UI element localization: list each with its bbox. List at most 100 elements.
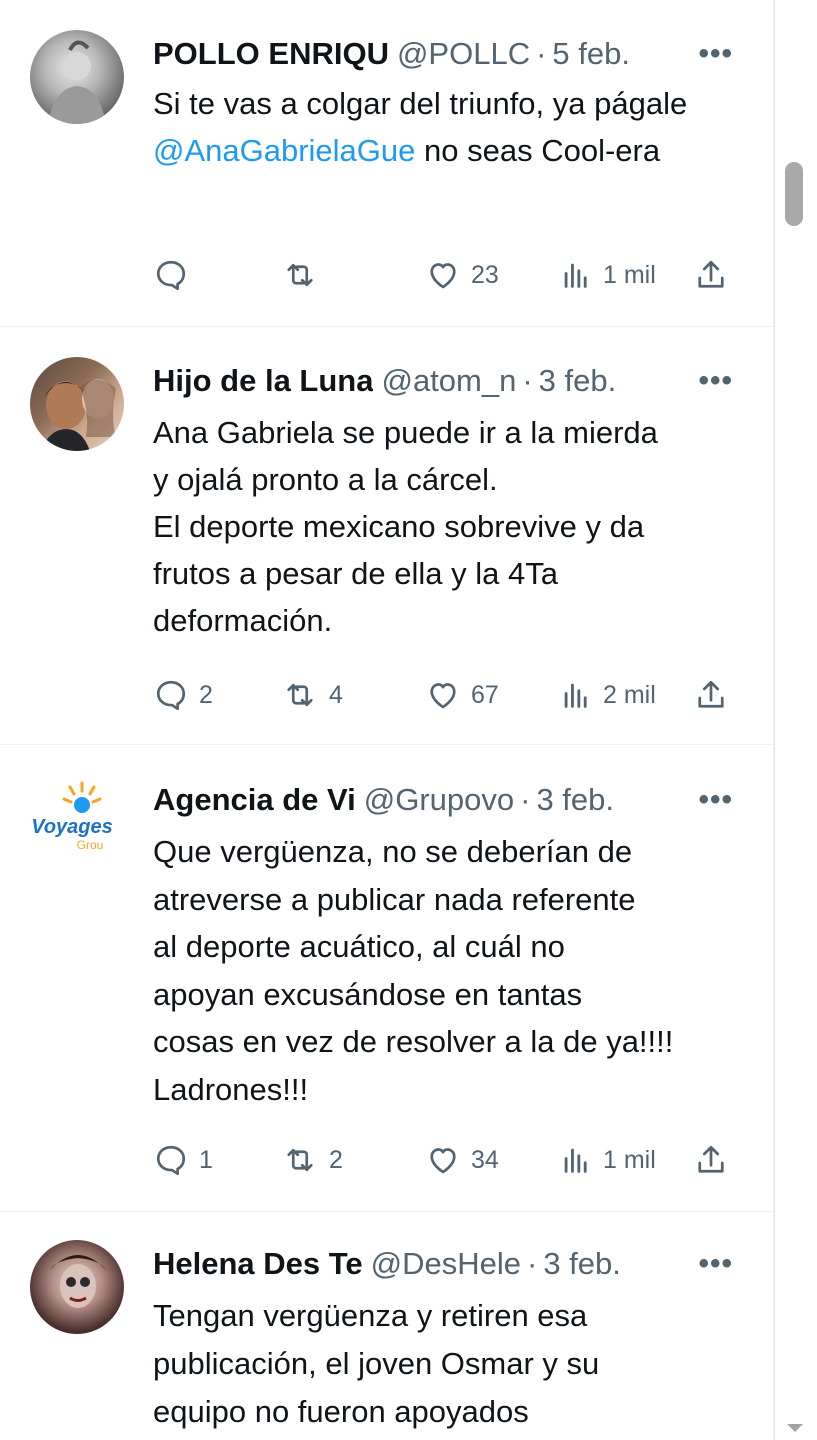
like-button[interactable]: 67 — [425, 673, 499, 717]
heart-icon — [430, 263, 456, 289]
reply-count: 1 — [199, 1145, 213, 1174]
logo-text: Voyages — [31, 816, 113, 838]
views-chart-icon — [564, 683, 587, 708]
display-name[interactable]: POLLO ENRIQU — [153, 36, 389, 72]
like-button[interactable]: 23 — [425, 253, 499, 297]
share-icon — [698, 260, 724, 288]
tweet-text: Tengan vergüenza y retiren esa publicaci… — [153, 1292, 753, 1436]
tweet-header: Hijo de la Luna @atom_n · 3 feb. ••• — [153, 358, 733, 404]
repost-count: 4 — [329, 680, 343, 709]
tweet-text-line: equipo no fueron apoyados — [153, 1394, 529, 1429]
tweet-actions: 2 4 67 2 mil — [153, 673, 743, 717]
tweet-text-part: no seas Cool-era — [415, 133, 661, 168]
repost-button[interactable]: 4 — [281, 673, 343, 717]
separator-dot: · — [536, 36, 547, 71]
tweet-text-line: deformación. — [153, 603, 333, 638]
tweet-text-line: Ana Gabriela se puede ir a la mierda — [153, 415, 658, 450]
avatar[interactable] — [30, 357, 124, 451]
tweet[interactable]: POLLO ENRIQU @POLLC · 5 feb. ••• Si te v… — [0, 0, 773, 327]
like-count: 67 — [471, 680, 499, 709]
like-button[interactable]: 34 — [425, 1138, 499, 1182]
user-handle[interactable]: @DesHele — [371, 1246, 521, 1282]
tweet-date[interactable]: 5 feb. — [552, 36, 630, 72]
more-options-icon[interactable]: ••• — [698, 1247, 733, 1281]
tweet-text-line: publicación, el joven Osmar y su — [153, 1346, 600, 1381]
tweet-header: POLLO ENRIQU @POLLC · 5 feb. ••• — [153, 31, 733, 77]
tweet-text-line: cosas en vez de resolver a la de ya!!!! — [153, 1024, 674, 1059]
more-options-icon[interactable]: ••• — [698, 783, 733, 817]
tweet-date[interactable]: 3 feb. — [536, 782, 614, 818]
reply-icon — [156, 260, 186, 291]
tweet-text-line: El deporte mexicano sobrevive y da — [153, 509, 645, 544]
more-options-icon[interactable]: ••• — [698, 37, 733, 71]
tweet-text-line: atreverse a publicar nada referente — [153, 881, 636, 917]
views-button[interactable]: 1 mil — [559, 1138, 656, 1182]
repost-button[interactable] — [281, 253, 329, 297]
like-count: 34 — [471, 1145, 499, 1174]
mention-link[interactable]: @AnaGabrielaGue — [153, 133, 415, 168]
tweet-actions: 23 1 mil — [153, 253, 743, 297]
share-button[interactable] — [693, 1138, 729, 1182]
views-chart-icon — [564, 263, 587, 288]
repost-icon — [287, 683, 313, 707]
like-count: 23 — [471, 260, 499, 289]
reply-button[interactable] — [153, 253, 199, 297]
tweet-header: Helena Des Te @DesHele · 3 feb. ••• — [153, 1241, 733, 1287]
display-name[interactable]: Helena Des Te — [153, 1246, 363, 1282]
reply-button[interactable]: 2 — [153, 673, 213, 717]
user-handle[interactable]: @atom_n — [381, 363, 516, 399]
reply-button[interactable]: 1 — [153, 1138, 213, 1182]
scroll-down-arrow-icon[interactable] — [785, 1422, 805, 1434]
user-handle[interactable]: @POLLC — [397, 36, 530, 72]
avatar[interactable] — [30, 30, 124, 124]
tweet-date[interactable]: 3 feb. — [543, 1246, 621, 1282]
avatar[interactable]: Voyages Grou — [22, 775, 122, 869]
views-count: 2 mil — [603, 680, 656, 709]
tweet-text-line: frutos a pesar de ella y la 4Ta — [153, 556, 558, 591]
tweet-header: Agencia de Vi @Grupovo · 3 feb. ••• — [153, 777, 733, 823]
separator-dot: · — [522, 363, 533, 398]
repost-count: 2 — [329, 1145, 343, 1174]
views-count: 1 mil — [603, 1145, 656, 1174]
tweet-text: Si te vas a colgar del triunfo, ya págal… — [153, 80, 753, 174]
heart-icon — [430, 683, 456, 709]
user-handle[interactable]: @Grupovo — [364, 782, 514, 818]
tweet-text-line: Tengan vergüenza y retiren esa — [153, 1298, 588, 1333]
tweet-text-line: y ojalá pronto a la cárcel. — [153, 462, 498, 497]
heart-icon — [430, 1148, 456, 1174]
tweet-text: Ana Gabriela se puede ir a la mierda y o… — [153, 409, 753, 644]
tweet-text-line: al deporte acuático, al cuál no — [153, 929, 565, 964]
tweet[interactable]: Voyages Grou Agencia de Vi @Grupovo · 3 … — [0, 745, 773, 1212]
separator-dot: · — [520, 782, 531, 817]
scrollbar-thumb[interactable] — [785, 162, 803, 226]
views-button[interactable]: 2 mil — [559, 673, 656, 717]
tweet-date[interactable]: 3 feb. — [539, 363, 617, 399]
display-name[interactable]: Hijo de la Luna — [153, 363, 373, 399]
tweet-text-part: Si te vas a colgar del triunfo, ya págal… — [153, 86, 688, 121]
separator-dot: · — [527, 1246, 538, 1281]
tweet-text-line: apoyan excusándose en tantas — [153, 976, 583, 1012]
reply-icon — [156, 680, 186, 711]
tweet-text-line: Ladrones!!! — [153, 1071, 309, 1107]
scrollbar[interactable] — [774, 0, 817, 1440]
views-count: 1 mil — [603, 260, 656, 289]
timeline: POLLO ENRIQU @POLLC · 5 feb. ••• Si te v… — [0, 0, 774, 1440]
tweet-actions: 1 2 34 1 mil — [153, 1138, 743, 1182]
tweet[interactable]: Hijo de la Luna @atom_n · 3 feb. ••• Ana… — [0, 327, 773, 745]
share-button[interactable] — [693, 673, 729, 717]
repost-icon — [287, 1148, 313, 1172]
tweet-text-line: Que vergüenza, no se deberían de — [153, 834, 633, 869]
logo-subtext: Grou — [77, 838, 104, 852]
display-name[interactable]: Agencia de Vi — [153, 782, 356, 818]
repost-icon — [287, 263, 313, 287]
repost-button[interactable]: 2 — [281, 1138, 343, 1182]
share-icon — [698, 680, 724, 708]
share-button[interactable] — [693, 253, 729, 297]
tweet-text: Que vergüenza, no se deberían de atrever… — [153, 828, 753, 1113]
tweet[interactable]: Helena Des Te @DesHele · 3 feb. ••• Teng… — [0, 1212, 773, 1440]
avatar[interactable] — [30, 1240, 124, 1334]
more-options-icon[interactable]: ••• — [698, 364, 733, 398]
reply-icon — [156, 1145, 186, 1176]
views-button[interactable]: 1 mil — [559, 253, 656, 297]
reply-count: 2 — [199, 680, 213, 709]
